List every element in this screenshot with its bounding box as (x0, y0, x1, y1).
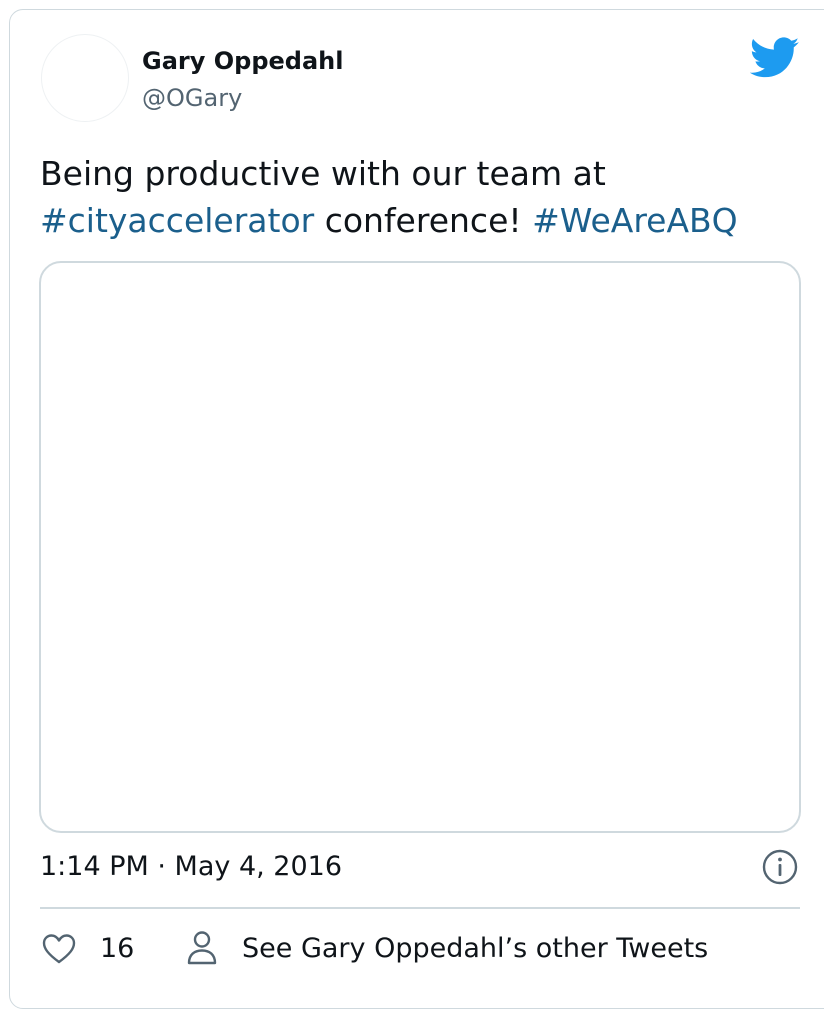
heart-icon[interactable] (42, 933, 76, 965)
like-count[interactable]: 16 (100, 932, 134, 966)
see-other-tweets-link[interactable]: See Gary Oppedahl’s other Tweets (242, 932, 708, 966)
tweet-text-middle: conference! (314, 201, 533, 240)
tweet-text-line1: Being productive with our team at (40, 154, 606, 193)
author-handle[interactable]: @OGary (142, 83, 242, 113)
info-icon[interactable] (762, 849, 798, 885)
hashtag-cityaccelerator[interactable]: #cityaccelerator (40, 201, 314, 240)
tweet-media[interactable] (39, 261, 801, 833)
author-name[interactable]: Gary Oppedahl (142, 46, 343, 76)
divider (40, 907, 800, 909)
person-icon[interactable] (186, 930, 218, 966)
tweet-text: Being productive with our team at #citya… (40, 150, 800, 244)
tweet-timestamp[interactable]: 1:14 PM · May 4, 2016 (40, 850, 342, 884)
hashtag-weareabq[interactable]: #WeAreABQ (532, 201, 738, 240)
avatar[interactable] (41, 34, 129, 122)
twitter-bird-icon[interactable] (750, 37, 800, 79)
